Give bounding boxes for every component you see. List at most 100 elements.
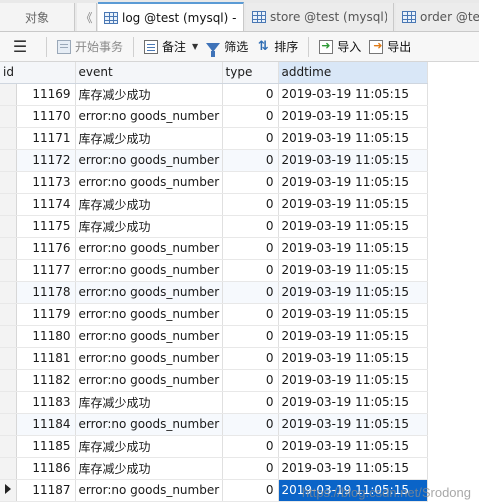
table-row[interactable]: 11187 error:no goods_number 0 2019-03-19 11… — [0, 479, 428, 502]
table-row[interactable]: 11182 error:no goods_number 0 2019-03-19 11… — [0, 369, 428, 392]
table-row[interactable]: 11173 error:no goods_number 0 2019-03-19 11… — [0, 171, 428, 194]
cell-type[interactable]: 0 — [222, 325, 279, 348]
table-row[interactable]: 11181 error:no goods_number 0 2019-03-19 11… — [0, 347, 428, 370]
tab-log[interactable]: log @test (mysql) -... — [98, 2, 244, 31]
import-button[interactable]: 导入 — [315, 35, 365, 59]
table-row[interactable]: 11184 error:no goods_number 0 2019-03-19 11… — [0, 413, 428, 436]
cell-addtime[interactable]: 2019-03-19 11:05:15 — [278, 325, 428, 348]
cell-id[interactable]: 11186 — [16, 457, 76, 480]
sort-button[interactable]: ⇅ 排序 — [252, 35, 302, 59]
cell-type[interactable]: 0 — [222, 105, 279, 128]
table-row[interactable]: 11174 库存减少成功 0 2019-03-19 11:05:15 — [0, 193, 428, 216]
cell-type[interactable]: 0 — [222, 281, 279, 304]
column-header-id[interactable]: id — [0, 62, 76, 84]
data-grid[interactable]: id event type addtime 11169 库存减少成功 0 2019-0… — [0, 62, 479, 504]
cell-id[interactable]: 11183 — [16, 391, 76, 414]
cell-addtime[interactable]: 2019-03-19 11:05:15 — [278, 369, 428, 392]
cell-event[interactable]: error:no goods_number — [75, 325, 223, 348]
cell-event[interactable]: 库存减少成功 — [75, 435, 223, 458]
table-row[interactable]: 11183 库存减少成功 0 2019-03-19 11:05:15 — [0, 391, 428, 414]
cell-event[interactable]: error:no goods_number — [75, 281, 223, 304]
cell-type[interactable]: 0 — [222, 413, 279, 436]
table-row[interactable]: 11180 error:no goods_number 0 2019-03-19 11… — [0, 325, 428, 348]
cell-addtime[interactable]: 2019-03-19 11:05:15 — [278, 391, 428, 414]
cell-addtime[interactable]: 2019-03-19 11:05:15 — [278, 171, 428, 194]
table-row[interactable]: 11170 error:no goods_number 0 2019-03-19 11… — [0, 105, 428, 128]
cell-id[interactable]: 11181 — [16, 347, 76, 370]
cell-type[interactable]: 0 — [222, 83, 279, 106]
table-row[interactable]: 11171 库存减少成功 0 2019-03-19 11:05:15 — [0, 127, 428, 150]
cell-id[interactable]: 11169 — [16, 83, 76, 106]
cell-addtime[interactable]: 2019-03-19 11:05:15 — [278, 105, 428, 128]
cell-type[interactable]: 0 — [222, 127, 279, 150]
cell-event[interactable]: error:no goods_number — [75, 479, 223, 502]
cell-id[interactable]: 11174 — [16, 193, 76, 216]
cell-id[interactable]: 11179 — [16, 303, 76, 326]
tab-order[interactable]: order @te — [396, 3, 479, 31]
cell-type[interactable]: 0 — [222, 479, 279, 502]
cell-event[interactable]: error:no goods_number — [75, 369, 223, 392]
tab-scroll-left-button[interactable]: 《 — [77, 3, 97, 31]
table-row[interactable]: 11176 error:no goods_number 0 2019-03-19 11… — [0, 237, 428, 260]
filter-button[interactable]: 筛选 — [202, 35, 252, 59]
cell-id[interactable]: 11184 — [16, 413, 76, 436]
table-row[interactable]: 11172 error:no goods_number 0 2019-03-19 11… — [0, 149, 428, 172]
cell-event[interactable]: 库存减少成功 — [75, 83, 223, 106]
cell-event[interactable]: 库存减少成功 — [75, 215, 223, 238]
table-row[interactable]: 11179 error:no goods_number 0 2019-03-19 11… — [0, 303, 428, 326]
cell-addtime[interactable]: 2019-03-19 11:05:15 — [278, 457, 428, 480]
note-button[interactable]: 备注 ▼ — [140, 35, 202, 59]
cell-type[interactable]: 0 — [222, 391, 279, 414]
cell-event[interactable]: error:no goods_number — [75, 347, 223, 370]
cell-event[interactable]: error:no goods_number — [75, 105, 223, 128]
table-row[interactable]: 11177 error:no goods_number 0 2019-03-19 11… — [0, 259, 428, 282]
cell-event[interactable]: error:no goods_number — [75, 237, 223, 260]
table-row[interactable]: 11178 error:no goods_number 0 2019-03-19 11… — [0, 281, 428, 304]
cell-event[interactable]: error:no goods_number — [75, 413, 223, 436]
cell-type[interactable]: 0 — [222, 347, 279, 370]
cell-addtime[interactable]: 2019-03-19 11:05:15 — [278, 435, 428, 458]
chevron-down-icon[interactable]: ▼ — [192, 42, 198, 51]
cell-addtime[interactable]: 2019-03-19 11:05:15 — [278, 193, 428, 216]
cell-type[interactable]: 0 — [222, 237, 279, 260]
column-header-event[interactable]: event — [75, 62, 223, 84]
cell-id[interactable]: 11185 — [16, 435, 76, 458]
cell-addtime[interactable]: 2019-03-19 11:05:15 — [278, 413, 428, 436]
cell-addtime[interactable]: 2019-03-19 11:05:15 — [278, 479, 428, 502]
cell-addtime[interactable]: 2019-03-19 11:05:15 — [278, 259, 428, 282]
export-button[interactable]: 导出 — [365, 35, 415, 59]
cell-id[interactable]: 11172 — [16, 149, 76, 172]
cell-type[interactable]: 0 — [222, 457, 279, 480]
cell-id[interactable]: 11180 — [16, 325, 76, 348]
cell-event[interactable]: error:no goods_number — [75, 149, 223, 172]
column-header-addtime[interactable]: addtime — [278, 62, 428, 84]
cell-id[interactable]: 11170 — [16, 105, 76, 128]
cell-event[interactable]: 库存减少成功 — [75, 127, 223, 150]
cell-event[interactable]: error:no goods_number — [75, 171, 223, 194]
cell-type[interactable]: 0 — [222, 171, 279, 194]
cell-id[interactable]: 11178 — [16, 281, 76, 304]
cell-id[interactable]: 11173 — [16, 171, 76, 194]
cell-addtime[interactable]: 2019-03-19 11:05:15 — [278, 83, 428, 106]
cell-addtime[interactable]: 2019-03-19 11:05:15 — [278, 347, 428, 370]
cell-type[interactable]: 0 — [222, 435, 279, 458]
tab-objects[interactable]: 对象 — [0, 3, 75, 31]
cell-type[interactable]: 0 — [222, 215, 279, 238]
cell-event[interactable]: 库存减少成功 — [75, 391, 223, 414]
table-row[interactable]: 11169 库存减少成功 0 2019-03-19 11:05:15 — [0, 83, 428, 106]
cell-type[interactable]: 0 — [222, 369, 279, 392]
cell-type[interactable]: 0 — [222, 149, 279, 172]
begin-transaction-button[interactable]: 开始事务 — [53, 35, 127, 59]
table-row[interactable]: 11185 库存减少成功 0 2019-03-19 11:05:15 — [0, 435, 428, 458]
cell-id[interactable]: 11187 — [16, 479, 76, 502]
cell-addtime[interactable]: 2019-03-19 11:05:15 — [278, 127, 428, 150]
cell-event[interactable]: error:no goods_number — [75, 303, 223, 326]
cell-type[interactable]: 0 — [222, 259, 279, 282]
column-header-type[interactable]: type — [222, 62, 279, 84]
table-row[interactable]: 11175 库存减少成功 0 2019-03-19 11:05:15 — [0, 215, 428, 238]
cell-event[interactable]: 库存减少成功 — [75, 457, 223, 480]
cell-id[interactable]: 11177 — [16, 259, 76, 282]
table-row[interactable]: 11186 库存减少成功 0 2019-03-19 11:05:15 — [0, 457, 428, 480]
cell-event[interactable]: error:no goods_number — [75, 259, 223, 282]
tab-store[interactable]: store @test (mysql)... — [246, 3, 394, 31]
